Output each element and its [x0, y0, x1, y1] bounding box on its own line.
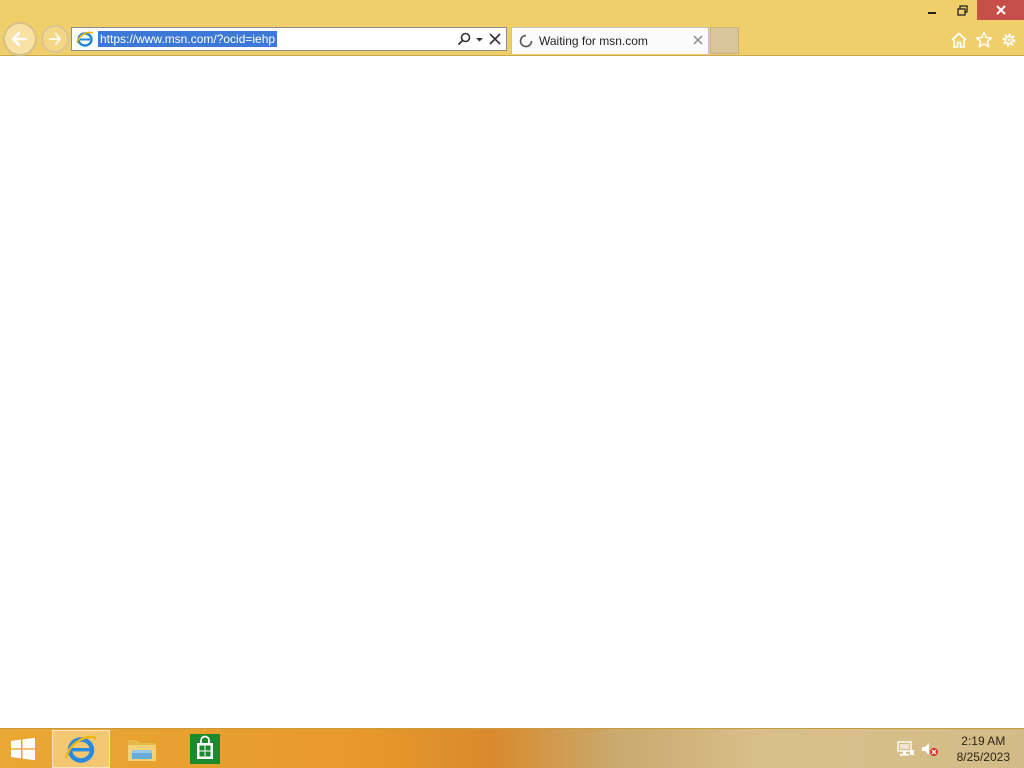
internet-explorer-icon [65, 735, 97, 763]
gear-icon[interactable] [999, 30, 1018, 49]
clock-time: 2:19 AM [961, 734, 1006, 748]
address-bar-actions [457, 30, 502, 48]
volume-muted-icon[interactable] [921, 741, 939, 757]
taskbar: 2:19 AM 8/25/2023 [0, 728, 1024, 768]
forward-button[interactable] [41, 25, 69, 53]
clock-date: 8/25/2023 [956, 750, 1010, 764]
loading-spinner-icon [519, 34, 533, 48]
tab-msn[interactable]: Waiting for msn.com [511, 27, 709, 54]
forward-arrow-icon [49, 33, 61, 45]
taskbar-internet-explorer[interactable] [52, 730, 110, 768]
store-icon [190, 734, 220, 764]
internet-explorer-icon [74, 28, 96, 50]
restore-icon [956, 4, 968, 16]
close-window-button[interactable] [977, 0, 1024, 20]
page-content-area[interactable] [0, 56, 1024, 728]
network-icon[interactable] [897, 741, 915, 757]
minimize-icon [928, 12, 936, 14]
command-icons [949, 30, 1018, 49]
system-clock[interactable]: 2:19 AM 8/25/2023 [957, 733, 1010, 765]
address-bar[interactable]: https://www.msn.com/?ocid=iehp [71, 27, 507, 51]
minimize-button[interactable] [917, 0, 947, 20]
star-icon[interactable] [974, 30, 993, 49]
restore-button[interactable] [947, 0, 977, 20]
close-icon [995, 5, 1006, 15]
browser-chrome: https://www.msn.com/?ocid=iehp Waiting f… [0, 0, 1024, 56]
back-arrow-icon [11, 31, 28, 47]
start-button[interactable] [6, 736, 40, 762]
home-icon[interactable] [949, 30, 968, 49]
chevron-down-icon[interactable] [475, 32, 484, 46]
tab-close-icon[interactable] [692, 34, 704, 46]
back-button[interactable] [3, 22, 37, 56]
tab-title: Waiting for msn.com [539, 34, 648, 48]
taskbar-store[interactable] [176, 730, 234, 768]
close-icon[interactable] [488, 32, 502, 46]
new-tab-button[interactable] [710, 27, 739, 54]
taskbar-file-explorer[interactable] [113, 730, 171, 768]
search-icon[interactable] [457, 32, 471, 46]
window-controls [917, 0, 1024, 20]
folder-icon [128, 740, 156, 761]
address-url-text[interactable]: https://www.msn.com/?ocid=iehp [98, 31, 278, 47]
windows-logo-icon [11, 737, 35, 761]
